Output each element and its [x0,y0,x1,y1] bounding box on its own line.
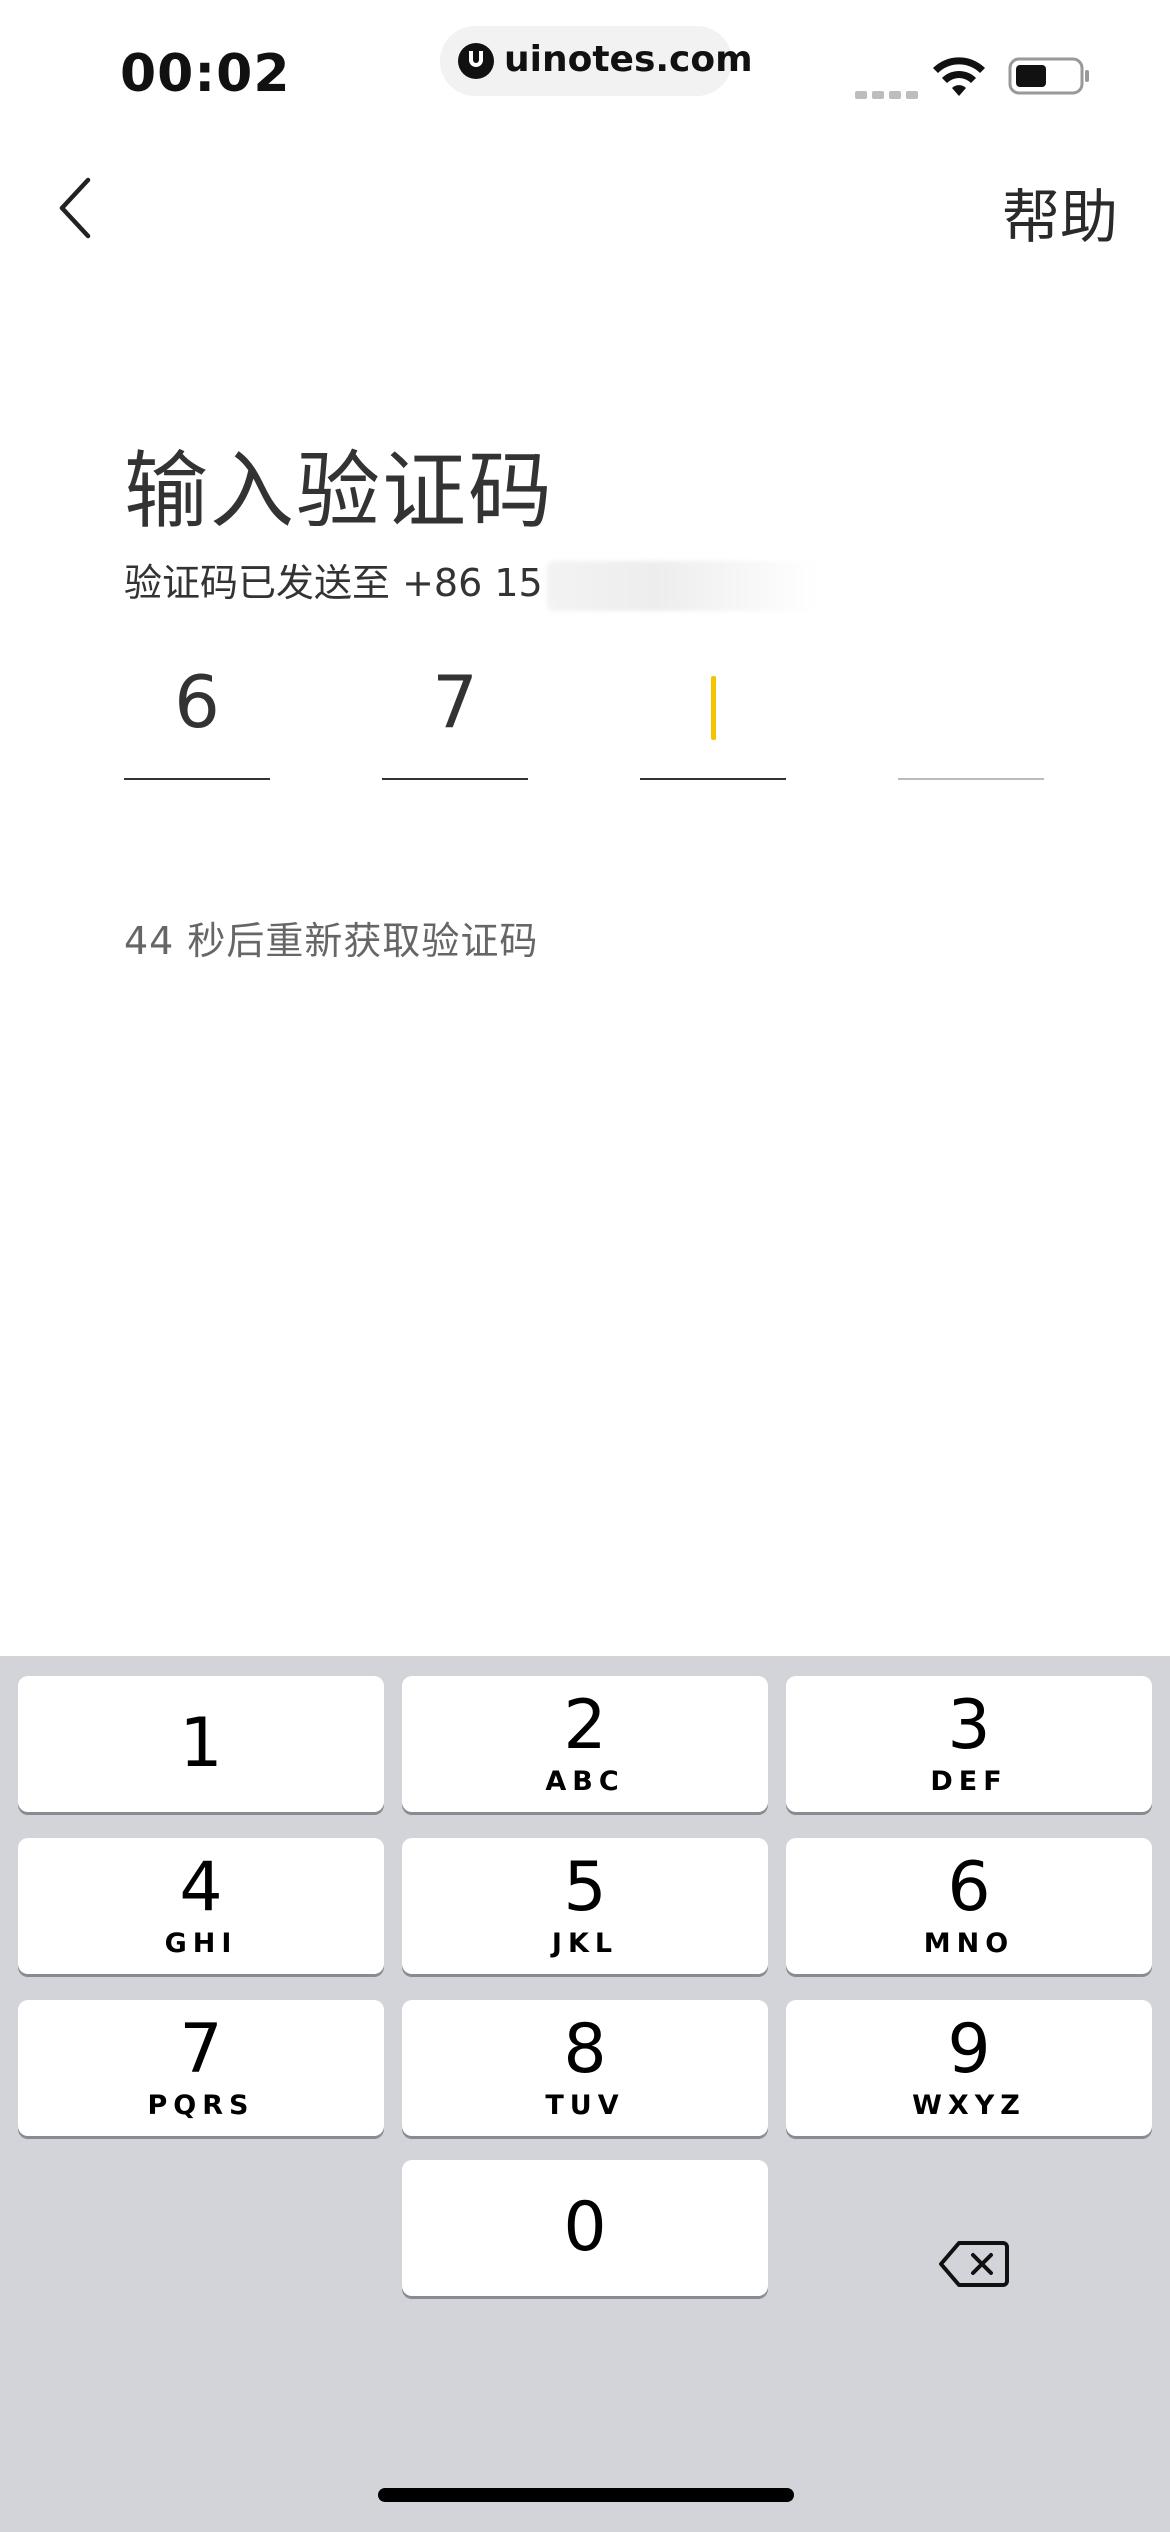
otp-box-2[interactable]: 7 [382,650,528,780]
key-digit: 1 [179,1704,223,1783]
numeric-keyboard: 1 2 ABC 3 DEF 4 GHI 5 JKL 6 MNO 7 PQRS 8… [0,1656,1170,2532]
key-letters: WXYZ [912,2090,1026,2121]
otp-box-3[interactable] [640,650,786,780]
otp-input-row[interactable]: 6 7 [124,650,1046,780]
key-0[interactable]: 0 [402,2160,768,2296]
sent-to-label: 验证码已发送至 +86 15 [124,561,543,605]
key-7[interactable]: 7 PQRS [18,2000,384,2136]
status-time: 00:02 [120,44,291,104]
key-digit: 5 [563,1848,607,1927]
otp-box-4[interactable] [898,650,1044,780]
backspace-icon [939,2241,1009,2287]
otp-underline-1 [124,778,270,780]
text-cursor [711,676,716,740]
key-digit: 2 [563,1686,607,1765]
otp-digit-2: 7 [432,660,478,744]
key-digit: 4 [179,1848,223,1927]
key-digit: 8 [563,2010,607,2089]
otp-box-1[interactable]: 6 [124,650,270,780]
delete-key[interactable] [786,2196,1152,2332]
key-digit: 0 [563,2188,607,2267]
chevron-left-icon [59,177,91,239]
url-pill[interactable]: uinotes.com [440,26,753,96]
key-9[interactable]: 9 WXYZ [786,2000,1152,2136]
verification-screen: 00:02 uinotes.com 帮助 输入验证码 验证码已发送至 +86 1… [0,0,1170,2532]
key-8[interactable]: 8 TUV [402,2000,768,2136]
key-letters: PQRS [147,2090,255,2121]
key-letters: MNO [923,1928,1015,1959]
url-text: uinotes.com [504,39,753,80]
key-digit: 7 [179,2010,223,2089]
key-6[interactable]: 6 MNO [786,1838,1152,1974]
key-letters: ABC [545,1766,625,1797]
key-letters: TUV [545,2090,625,2121]
key-1[interactable]: 1 [18,1676,384,1812]
signal-dots-icon [855,84,923,103]
otp-underline-4 [898,778,1044,780]
masked-phone-number [546,560,817,611]
key-digit: 3 [947,1686,991,1765]
key-4[interactable]: 4 GHI [18,1838,384,1974]
resend-countdown: 44 秒后重新获取验证码 [124,919,539,963]
key-letters: DEF [930,1766,1008,1797]
key-2[interactable]: 2 ABC [402,1676,768,1812]
key-letters: JKL [551,1928,619,1959]
status-bar: 00:02 uinotes.com [0,0,1170,150]
key-letters: GHI [164,1928,238,1959]
home-indicator [378,2488,794,2502]
key-3[interactable]: 3 DEF [786,1676,1152,1812]
wifi-icon [933,57,985,96]
help-link[interactable]: 帮助 [1002,170,1118,254]
key-digit: 9 [947,2010,991,2089]
otp-underline-3 [640,778,786,780]
back-button[interactable] [50,170,110,246]
sent-to-row: 验证码已发送至 +86 15 [124,552,817,611]
key-digit: 6 [947,1848,991,1927]
key-5[interactable]: 5 JKL [402,1838,768,1974]
page-title: 输入验证码 [124,442,555,540]
battery-icon [1008,57,1089,95]
otp-underline-2 [382,778,528,780]
site-logo-icon [458,43,494,79]
otp-digit-1: 6 [174,660,220,744]
